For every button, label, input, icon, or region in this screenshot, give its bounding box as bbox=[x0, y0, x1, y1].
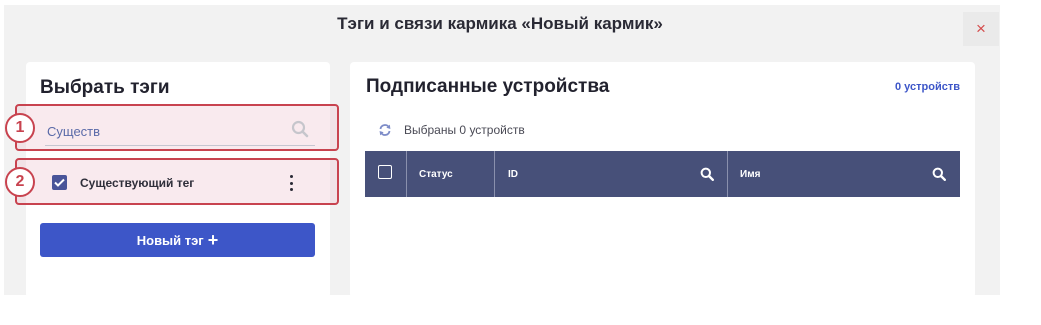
devices-panel-title: Подписанные устройства bbox=[366, 76, 610, 97]
annotation-badge-1: 1 bbox=[5, 113, 35, 143]
column-divider bbox=[727, 151, 728, 197]
modal-title: Тэги и связи кармика «Новый кармик» bbox=[337, 14, 663, 33]
tag-search-input[interactable] bbox=[45, 118, 315, 146]
new-tag-button[interactable]: Новый тэг + bbox=[40, 223, 315, 257]
selected-devices-text: Выбраны 0 устройств bbox=[404, 123, 525, 137]
column-divider bbox=[406, 151, 407, 197]
search-icon[interactable] bbox=[700, 167, 715, 186]
device-count-link[interactable]: 0 устройств bbox=[880, 81, 960, 93]
annotation-badge-2: 2 bbox=[5, 167, 35, 197]
kebab-menu-icon[interactable] bbox=[282, 173, 300, 193]
tag-checkbox[interactable] bbox=[52, 175, 67, 190]
search-icon[interactable] bbox=[291, 120, 309, 143]
check-icon bbox=[54, 178, 65, 187]
column-status[interactable]: Статус bbox=[419, 151, 453, 197]
devices-table-header: Статус ID Имя bbox=[365, 151, 960, 197]
plus-icon: + bbox=[207, 230, 219, 250]
search-icon[interactable] bbox=[932, 167, 947, 186]
column-name[interactable]: Имя bbox=[740, 151, 760, 197]
tag-label: Существующий тег bbox=[80, 176, 195, 190]
column-id[interactable]: ID bbox=[508, 151, 518, 197]
select-all-checkbox[interactable] bbox=[378, 165, 392, 179]
tags-panel-title: Выбрать тэги bbox=[40, 77, 170, 98]
column-divider bbox=[494, 151, 495, 197]
refresh-icon[interactable] bbox=[378, 123, 392, 142]
new-tag-label: Новый тэг bbox=[136, 232, 204, 248]
close-button[interactable]: × bbox=[963, 12, 999, 46]
